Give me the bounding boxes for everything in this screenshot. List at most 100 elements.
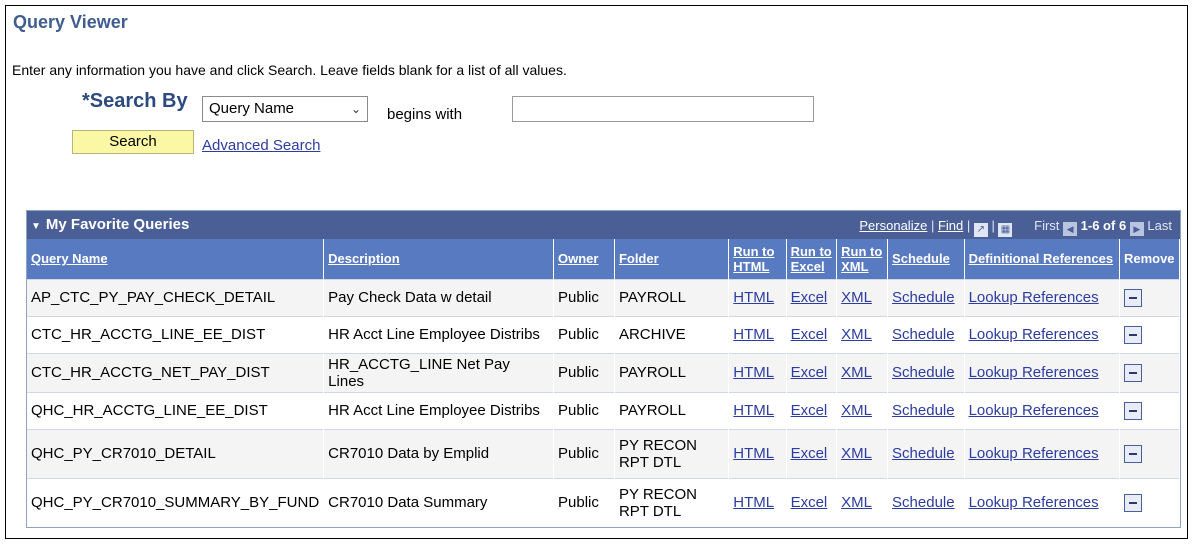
personalize-link[interactable]: Personalize xyxy=(859,218,927,233)
remove-cell xyxy=(1119,315,1181,353)
advanced-search-link[interactable]: Advanced Search xyxy=(202,137,320,154)
description-cell: HR Acct Line Employee Distribs xyxy=(323,315,554,353)
run-xml-cell: XML xyxy=(836,391,889,429)
queries-table: Query Name Description Owner Folder Run … xyxy=(27,239,1181,527)
schedule-cell: Schedule xyxy=(887,391,965,429)
remove-icon[interactable] xyxy=(1123,493,1142,512)
schedule-cell: Schedule xyxy=(887,278,965,316)
search-by-select[interactable]: Query Name ⌄ xyxy=(202,96,368,122)
run-excel-link[interactable]: Excel xyxy=(791,494,828,511)
col-run-xml[interactable]: Run to XML xyxy=(836,239,889,279)
lookup-references-link[interactable]: Lookup References xyxy=(969,364,1099,381)
next-arrow-icon[interactable]: ▶ xyxy=(1129,222,1144,236)
query-name: QHC_PY_CR7010_SUMMARY_BY_FUND xyxy=(31,494,320,512)
view-all-icon[interactable]: ↗ xyxy=(973,223,988,237)
query-name: QHC_PY_CR7010_DETAIL xyxy=(31,445,216,462)
col-remove: Remove xyxy=(1119,239,1181,279)
run-excel-link[interactable]: Excel xyxy=(791,289,828,306)
description-cell: HR_ACCTG_LINE Net Pay Lines xyxy=(323,352,554,392)
remove-cell xyxy=(1119,391,1181,429)
remove-icon[interactable] xyxy=(1123,401,1142,420)
run-excel-link[interactable]: Excel xyxy=(791,364,828,381)
run-html-link[interactable]: HTML xyxy=(733,326,774,343)
run-xml-cell: XML xyxy=(836,477,889,527)
query-name-cell: AP_CTC_PY_PAY_CHECK_DETAIL xyxy=(27,278,325,316)
lookup-references-link[interactable]: Lookup References xyxy=(969,445,1099,462)
run-xml-link[interactable]: XML xyxy=(841,445,872,462)
remove-cell xyxy=(1119,278,1181,316)
query-viewer-panel: Query Viewer Enter any information you h… xyxy=(5,5,1188,539)
table-header-row: Query Name Description Owner Folder Run … xyxy=(27,239,1181,279)
col-description[interactable]: Description xyxy=(323,239,554,279)
run-html-cell: HTML xyxy=(728,391,787,429)
remove-icon[interactable] xyxy=(1123,444,1142,463)
schedule-link[interactable]: Schedule xyxy=(892,402,955,419)
run-excel-cell: Excel xyxy=(786,352,838,392)
owner-cell: Public xyxy=(553,315,615,353)
references-cell: Lookup References xyxy=(964,477,1120,527)
search-input[interactable] xyxy=(512,96,814,122)
references-cell: Lookup References xyxy=(964,428,1120,478)
remove-icon[interactable] xyxy=(1123,288,1142,307)
description-cell: CR7010 Data Summary xyxy=(323,477,554,527)
schedule-link[interactable]: Schedule xyxy=(892,326,955,343)
col-owner[interactable]: Owner xyxy=(553,239,615,279)
run-xml-link[interactable]: XML xyxy=(841,494,872,511)
col-schedule[interactable]: Schedule xyxy=(887,239,965,279)
run-html-link[interactable]: HTML xyxy=(733,402,774,419)
col-query-name[interactable]: Query Name xyxy=(27,239,325,279)
schedule-link[interactable]: Schedule xyxy=(892,289,955,306)
query-name: AP_CTC_PY_PAY_CHECK_DETAIL xyxy=(31,289,276,306)
schedule-link[interactable]: Schedule xyxy=(892,364,955,381)
run-xml-link[interactable]: XML xyxy=(841,364,872,381)
run-html-link[interactable]: HTML xyxy=(733,364,774,381)
query-owner: Public xyxy=(558,402,599,419)
owner-cell: Public xyxy=(553,428,615,478)
owner-cell: Public xyxy=(553,278,615,316)
run-html-link[interactable]: HTML xyxy=(733,289,774,306)
run-excel-link[interactable]: Excel xyxy=(791,326,828,343)
col-run-excel[interactable]: Run to Excel xyxy=(786,239,838,279)
grid-title[interactable]: ▼ My Favorite Queries xyxy=(31,216,189,233)
find-link[interactable]: Find xyxy=(938,218,963,233)
lookup-references-link[interactable]: Lookup References xyxy=(969,326,1099,343)
run-excel-link[interactable]: Excel xyxy=(791,402,828,419)
folder-cell: PY RECON RPT DTL xyxy=(614,477,730,527)
run-excel-cell: Excel xyxy=(786,391,838,429)
query-folder: PAYROLL xyxy=(618,364,686,381)
collapse-triangle-icon[interactable]: ▼ xyxy=(31,221,41,232)
run-xml-link[interactable]: XML xyxy=(841,326,872,343)
query-folder: PAYROLL xyxy=(618,289,686,306)
run-excel-link[interactable]: Excel xyxy=(791,445,828,462)
query-name-cell: CTC_HR_ACCTG_LINE_EE_DIST xyxy=(27,315,325,353)
search-by-label: *Search By xyxy=(82,90,188,112)
col-definitional-references[interactable]: Definitional References xyxy=(964,239,1120,279)
schedule-cell: Schedule xyxy=(887,352,965,392)
folder-cell: PAYROLL xyxy=(614,391,730,429)
table-row: CTC_HR_ACCTG_LINE_EE_DIST HR Acct Line Em… xyxy=(27,315,1181,353)
download-grid-icon[interactable]: ▦ xyxy=(998,223,1013,237)
col-run-html[interactable]: Run to HTML xyxy=(728,239,787,279)
query-name: CTC_HR_ACCTG_LINE_EE_DIST xyxy=(31,326,266,343)
search-button[interactable]: Search xyxy=(72,130,194,154)
run-excel-cell: Excel xyxy=(786,428,838,478)
lookup-references-link[interactable]: Lookup References xyxy=(969,494,1099,511)
run-html-link[interactable]: HTML xyxy=(733,494,774,511)
run-xml-cell: XML xyxy=(836,315,889,353)
favorite-queries-grid: ▼ My Favorite Queries Personalize | Find … xyxy=(26,210,1181,528)
run-html-link[interactable]: HTML xyxy=(733,445,774,462)
owner-cell: Public xyxy=(553,477,615,527)
col-folder[interactable]: Folder xyxy=(614,239,730,279)
remove-icon[interactable] xyxy=(1123,325,1142,344)
schedule-link[interactable]: Schedule xyxy=(892,494,955,511)
lookup-references-link[interactable]: Lookup References xyxy=(969,289,1099,306)
query-name: QHC_HR_ACCTG_LINE_EE_DIST xyxy=(31,402,268,419)
remove-icon[interactable] xyxy=(1123,363,1142,382)
previous-arrow-icon[interactable]: ◀ xyxy=(1063,222,1078,236)
query-description: HR_ACCTG_LINE Net Pay Lines xyxy=(328,355,510,390)
schedule-link[interactable]: Schedule xyxy=(892,445,955,462)
run-xml-link[interactable]: XML xyxy=(841,289,872,306)
run-xml-cell: XML xyxy=(836,352,889,392)
run-xml-link[interactable]: XML xyxy=(841,402,872,419)
lookup-references-link[interactable]: Lookup References xyxy=(969,402,1099,419)
